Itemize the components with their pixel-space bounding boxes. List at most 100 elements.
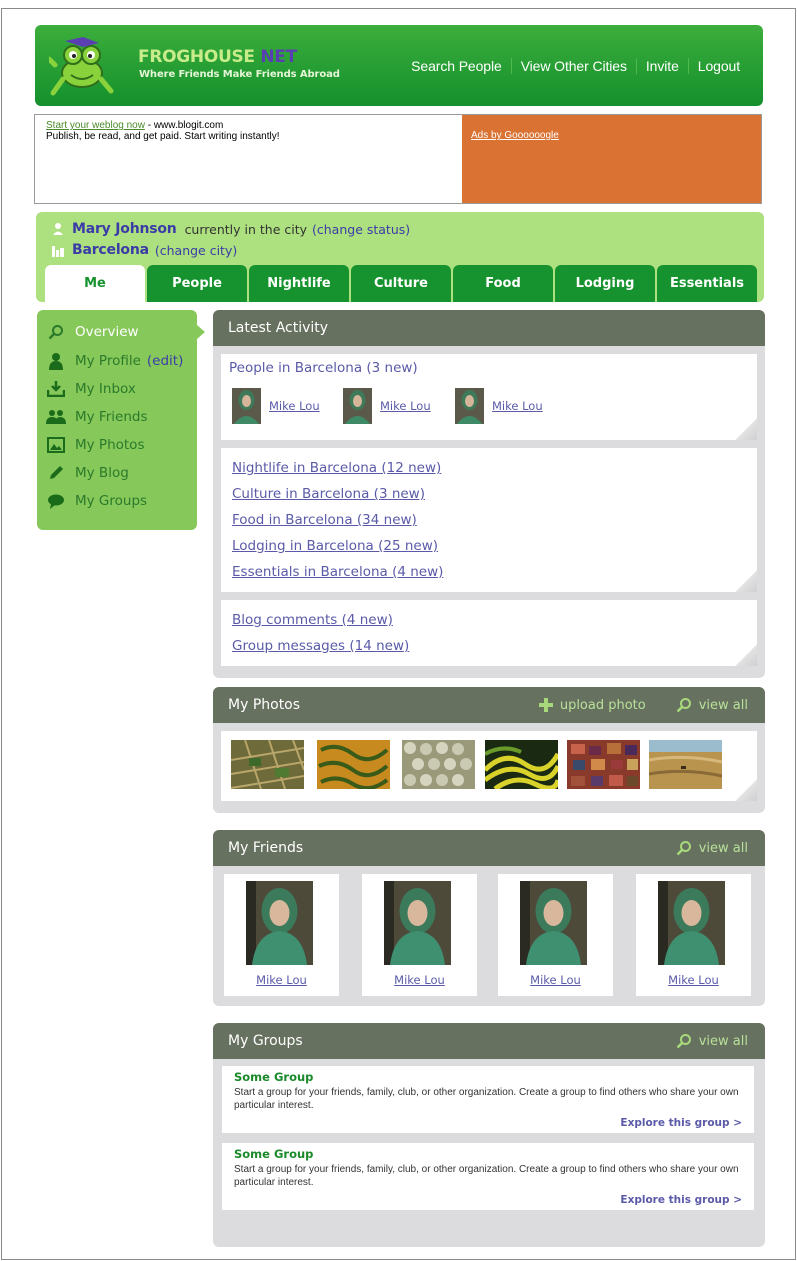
person-avatar[interactable] <box>343 388 372 424</box>
person-item[interactable]: Mike Lou <box>455 388 543 424</box>
frog-logo-icon[interactable] <box>49 35 115 97</box>
message-link-list: Blog comments (4 new) Group messages (14… <box>232 607 409 659</box>
person-avatar[interactable] <box>232 388 261 424</box>
friend-card[interactable]: Mike Lou <box>636 874 751 996</box>
top-nav: Search People View Other Cities Invite L… <box>402 58 749 74</box>
sidebar-item-my-profile[interactable]: My Profile (edit) <box>46 352 183 370</box>
page-curl <box>735 644 757 666</box>
ad-banner: Start your weblog now - www.blogit.com P… <box>34 114 762 204</box>
brand-name[interactable]: FROGHOUSE NET <box>138 47 297 67</box>
category-updates-card: Nightlife in Barcelona (12 new) Culture … <box>221 448 757 592</box>
friends-view-all-link[interactable]: view all <box>676 840 748 856</box>
culture-updates-link[interactable]: Culture in Barcelona (3 new) <box>232 481 443 507</box>
friend-photo[interactable] <box>384 881 451 965</box>
sidebar-item-my-friends[interactable]: My Friends <box>46 408 147 426</box>
ad-url: - www.blogit.com <box>144 120 224 131</box>
friend-card[interactable]: Mike Lou <box>498 874 613 996</box>
photos-view-all-link[interactable]: view all <box>676 697 748 713</box>
sidebar-item-my-photos[interactable]: My Photos <box>46 436 144 454</box>
search-icon <box>676 840 692 856</box>
friend-name[interactable]: Mike Lou <box>224 973 339 987</box>
city-icon <box>52 246 64 257</box>
friends-actions: view all <box>646 830 748 866</box>
groups-view-all-link[interactable]: view all <box>676 1033 748 1049</box>
upload-photo-button[interactable]: upload photo <box>538 698 646 713</box>
sidebar-item-my-inbox[interactable]: My Inbox <box>46 380 136 398</box>
nightlife-updates-link[interactable]: Nightlife in Barcelona (12 new) <box>232 455 443 481</box>
essentials-updates-link[interactable]: Essentials in Barcelona (4 new) <box>232 559 443 585</box>
person-item[interactable]: Mike Lou <box>232 388 320 424</box>
people-in-city-title[interactable]: People in Barcelona (3 new) <box>229 360 418 376</box>
friend-name[interactable]: Mike Lou <box>362 973 477 987</box>
friend-photo[interactable] <box>246 881 313 965</box>
friend-card[interactable]: Mike Lou <box>224 874 339 996</box>
photo-thumbnail[interactable] <box>567 740 640 789</box>
photo-thumbnail[interactable] <box>317 740 390 789</box>
my-groups-panel: My Groups view all Some Group Start a gr… <box>213 1023 765 1247</box>
friend-name[interactable]: Mike Lou <box>498 973 613 987</box>
user-name[interactable]: Mary Johnson <box>72 221 177 237</box>
photos-card <box>221 731 757 801</box>
tab-lodging[interactable]: Lodging <box>555 265 655 302</box>
search-people-link[interactable]: Search People <box>402 58 511 74</box>
sidebar-item-overview[interactable]: Overview <box>46 323 139 341</box>
brand-tagline: Where Friends Make Friends Abroad <box>139 69 340 80</box>
site-header: FROGHOUSE NET Where Friends Make Friends… <box>35 25 763 106</box>
groups-actions: view all <box>646 1023 748 1059</box>
change-city-link[interactable]: (change city) <box>155 243 237 258</box>
friend-photo[interactable] <box>658 881 725 965</box>
change-status-link[interactable]: (change status) <box>312 222 410 237</box>
ad-link[interactable]: Start your weblog now <box>46 120 145 131</box>
sidebar-item-my-groups[interactable]: My Groups <box>46 492 147 510</box>
page-curl <box>735 779 757 801</box>
my-photos-panel: My Photos upload photo view all <box>213 687 765 813</box>
edit-profile-link[interactable]: (edit) <box>147 353 183 369</box>
explore-group-link[interactable]: Explore this group > <box>620 1117 742 1129</box>
view-other-cities-link[interactable]: View Other Cities <box>510 58 636 74</box>
photo-thumbnail[interactable] <box>649 740 722 789</box>
blog-comments-link[interactable]: Blog comments (4 new) <box>232 607 409 633</box>
photo-thumbnail[interactable] <box>231 740 304 789</box>
tab-food[interactable]: Food <box>453 265 553 302</box>
inbox-icon <box>46 380 66 398</box>
group-description: Start a group for your friends, family, … <box>234 1164 739 1188</box>
group-item: Some Group Start a group for your friend… <box>222 1143 754 1210</box>
group-messages-link[interactable]: Group messages (14 new) <box>232 633 409 659</box>
tab-essentials[interactable]: Essentials <box>657 265 757 302</box>
person-avatar[interactable] <box>455 388 484 424</box>
group-name[interactable]: Some Group <box>234 1147 742 1161</box>
logout-link[interactable]: Logout <box>687 58 749 74</box>
group-name[interactable]: Some Group <box>234 1070 742 1084</box>
tab-nightlife[interactable]: Nightlife <box>249 265 349 302</box>
plus-icon <box>538 698 553 712</box>
food-updates-link[interactable]: Food in Barcelona (34 new) <box>232 507 443 533</box>
user-icon <box>53 223 63 235</box>
friend-card[interactable]: Mike Lou <box>362 874 477 996</box>
photo-thumbnail[interactable] <box>402 740 475 789</box>
photos-icon <box>46 436 66 454</box>
latest-activity-header: Latest Activity <box>213 310 765 346</box>
explore-group-link[interactable]: Explore this group > <box>620 1194 742 1206</box>
user-status-line: Mary Johnson currently in the city (chan… <box>51 221 410 237</box>
friend-photo[interactable] <box>520 881 587 965</box>
tab-culture[interactable]: Culture <box>351 265 451 302</box>
friend-name[interactable]: Mike Lou <box>636 973 751 987</box>
lodging-updates-link[interactable]: Lodging in Barcelona (25 new) <box>232 533 443 559</box>
invite-link[interactable]: Invite <box>635 58 688 74</box>
ad-text: Publish, be read, and get paid. Start wr… <box>46 131 280 142</box>
active-indicator <box>197 325 205 339</box>
city-line: Barcelona (change city) <box>51 242 237 258</box>
person-item[interactable]: Mike Lou <box>343 388 431 424</box>
status-panel: Mary Johnson currently in the city (chan… <box>36 212 764 302</box>
ads-by-google-link[interactable]: Ads by Goooooogle <box>471 130 559 141</box>
group-item: Some Group Start a group for your friend… <box>222 1066 754 1133</box>
friends-grid: Mike Lou Mike Lou Mike Lou Mike Lou <box>213 868 765 998</box>
status-text: currently in the city <box>184 221 307 237</box>
tab-me[interactable]: Me <box>45 265 145 302</box>
city-name[interactable]: Barcelona <box>72 242 149 258</box>
category-tabs: Me People Nightlife Culture Food Lodging… <box>45 265 757 302</box>
photo-thumbnail[interactable] <box>485 740 558 789</box>
group-description: Start a group for your friends, family, … <box>234 1087 739 1111</box>
sidebar-item-my-blog[interactable]: My Blog <box>46 464 129 482</box>
tab-people[interactable]: People <box>147 265 247 302</box>
